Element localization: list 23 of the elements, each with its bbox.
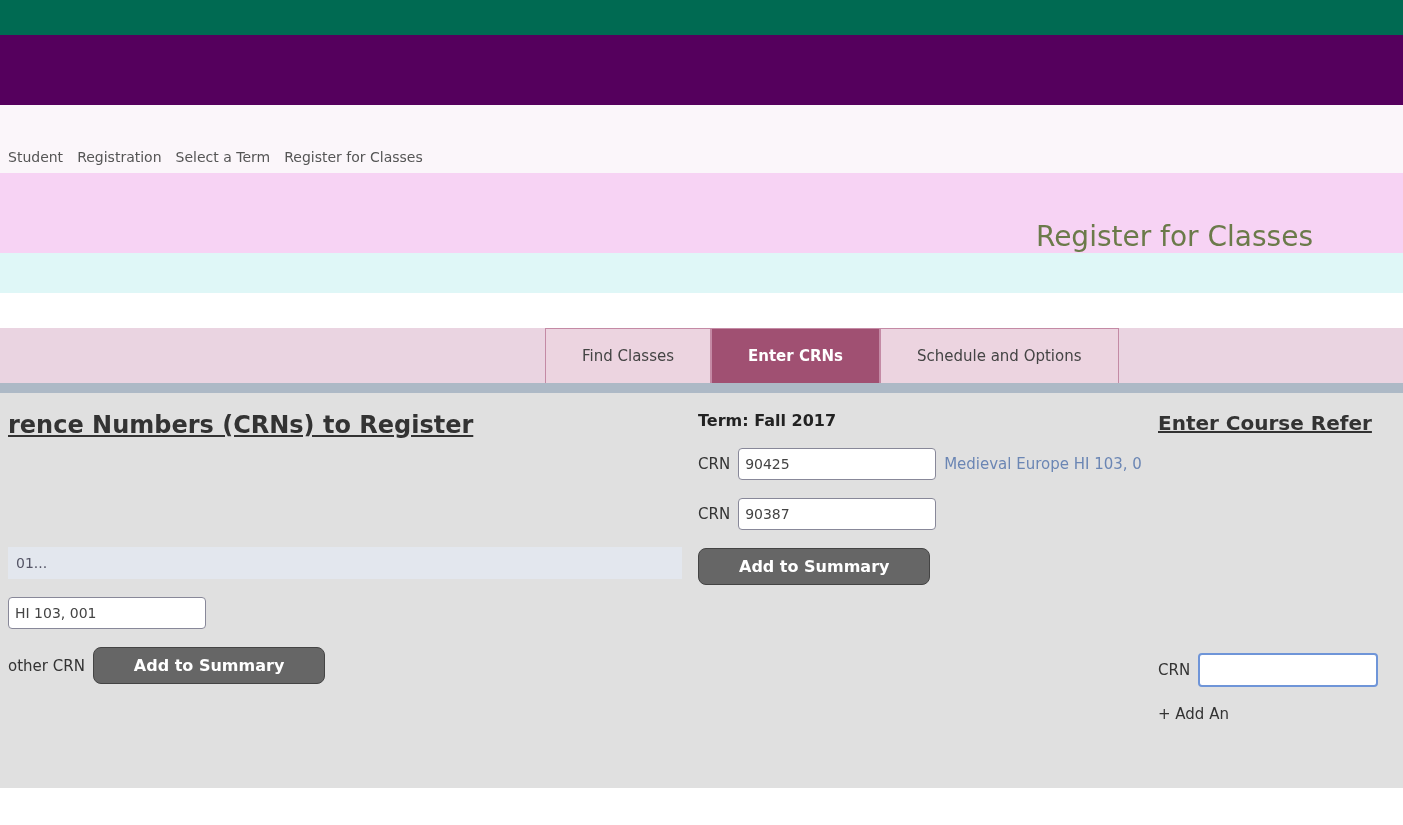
crn-label: CRN — [698, 455, 731, 473]
term-label: Term: Fall 2017 — [698, 411, 838, 430]
breadcrumb-link[interactable]: Register for Classes — [284, 149, 423, 165]
add-another-link[interactable]: + Add An — [1158, 705, 1395, 723]
summary-row: 01... — [8, 547, 682, 579]
breadcrumb-link[interactable]: Student — [8, 149, 64, 165]
crn-field[interactable]: 90387 — [738, 498, 937, 530]
add-to-summary-button[interactable]: Add to Summary — [698, 548, 931, 585]
add-crn-link[interactable]: other CRN — [8, 656, 85, 675]
crn-field[interactable]: HI 103, 001 — [8, 597, 206, 629]
page-title: Register for Classes — [1035, 220, 1313, 253]
crn-label: CRN — [1158, 661, 1191, 679]
panel-heading: Enter Course Refer — [1158, 411, 1373, 435]
breadcrumb-link[interactable]: Registration — [77, 149, 162, 165]
crn-field[interactable]: 90425 — [738, 448, 937, 480]
tab[interactable]: Find Classes — [545, 328, 711, 383]
crn-field[interactable] — [1198, 653, 1379, 687]
crn-label: CRN — [698, 505, 731, 523]
tab[interactable]: Schedule and Options — [879, 328, 1119, 383]
add-to-summary-button[interactable]: Add to Summary — [92, 647, 326, 684]
breadcrumb-link[interactable]: Select a Term — [175, 149, 271, 165]
tab[interactable]: Enter CRNs — [711, 328, 880, 383]
panel-heading: rence Numbers (CRNs) to Register — [8, 411, 475, 439]
